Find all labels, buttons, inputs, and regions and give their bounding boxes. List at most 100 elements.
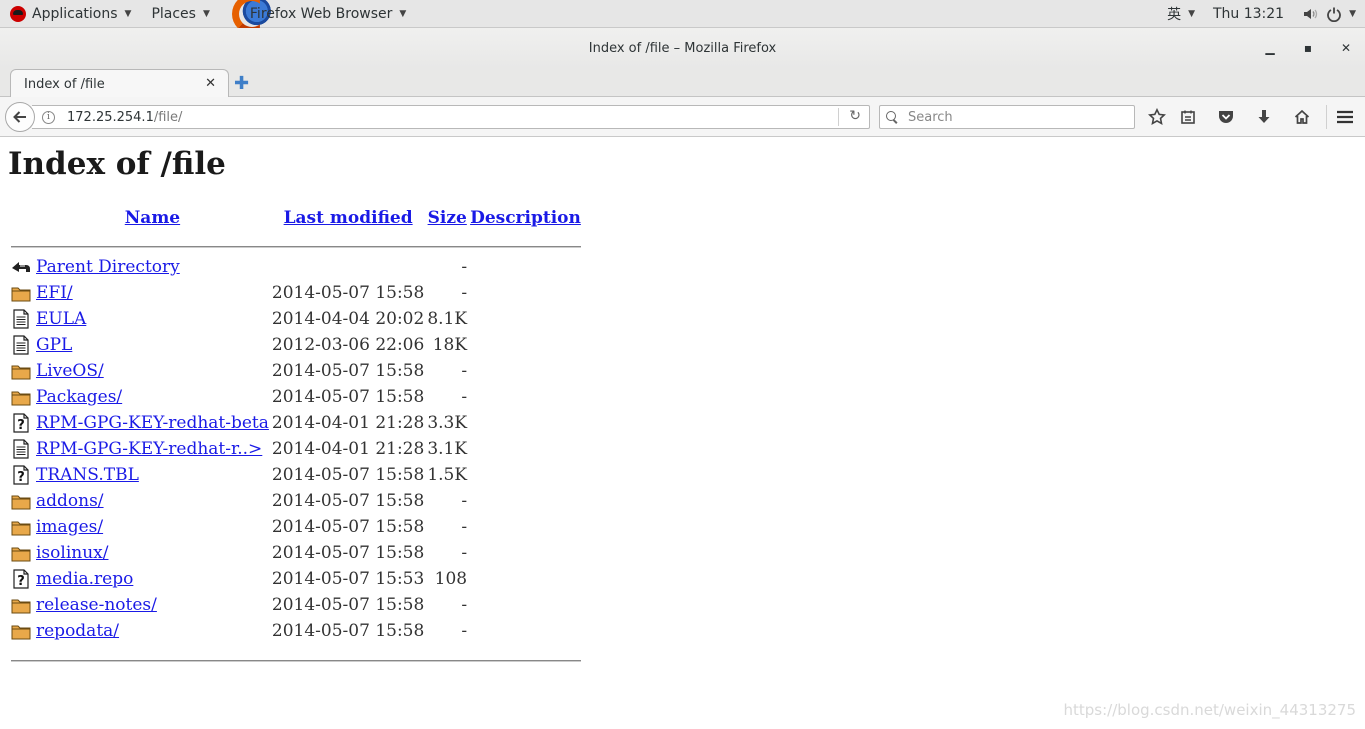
back-button[interactable]: [5, 102, 35, 132]
bookmark-star-icon[interactable]: [1147, 107, 1167, 127]
site-info-icon[interactable]: i: [42, 110, 55, 124]
window-titlebar[interactable]: Index of /file – Mozilla Firefox ▁ ▪ ✕: [0, 28, 1365, 68]
applications-menu[interactable]: Applications ▼: [0, 0, 137, 28]
clock[interactable]: Thu 13:21: [1204, 0, 1293, 28]
downloads-icon[interactable]: [1254, 107, 1274, 127]
name-cell: Parent Directory: [36, 254, 269, 280]
hamburger-menu-icon[interactable]: [1335, 107, 1355, 127]
tab-strip: Index of /file ✕ ✚: [0, 68, 1365, 98]
last-modified-cell: 2014-05-07 15:58: [271, 387, 425, 407]
tab-label: Index of /file: [24, 76, 105, 92]
table-row: GPL 2012-03-06 22:06 18K: [11, 332, 581, 358]
size-cell: -: [461, 491, 468, 511]
svg-text:?: ?: [17, 418, 25, 433]
listing-body: Parent Directory - EFI/2014-05-07 15:58 - EU…: [11, 254, 581, 644]
url-path: /file/: [153, 109, 183, 125]
name-cell: EULA: [36, 306, 269, 332]
name-cell: media.repo: [36, 566, 269, 592]
sort-by-size-link[interactable]: Size: [428, 208, 467, 228]
table-row: Parent Directory -: [11, 254, 581, 280]
tab-index-of-file[interactable]: Index of /file ✕: [10, 69, 229, 98]
description-cell: [470, 436, 581, 462]
file-link[interactable]: GPL: [36, 335, 72, 355]
file-link[interactable]: RPM-GPG-KEY-redhat-beta: [36, 413, 269, 433]
places-label: Places: [151, 5, 196, 22]
size-cell: 8.1K: [427, 309, 468, 329]
places-menu[interactable]: Places ▼: [145, 0, 215, 28]
folder-icon: [11, 592, 33, 618]
sort-by-description-link[interactable]: Description: [470, 208, 581, 228]
reload-icon[interactable]: ↻: [849, 108, 861, 124]
last-modified-cell: 2014-05-07 15:53: [271, 569, 425, 589]
last-modified-cell: 2014-05-07 15:58: [271, 491, 425, 511]
file-link[interactable]: EULA: [36, 309, 86, 329]
description-cell: [470, 254, 581, 280]
file-link[interactable]: Packages/: [36, 387, 122, 407]
bookmarks-menu-icon[interactable]: [1178, 107, 1198, 127]
file-link[interactable]: images/: [36, 517, 103, 537]
file-link[interactable]: EFI/: [36, 283, 73, 303]
svg-text:?: ?: [17, 470, 25, 485]
search-input[interactable]: Search: [879, 105, 1135, 129]
description-cell: [470, 410, 581, 436]
close-tab-icon[interactable]: ✕: [205, 76, 216, 91]
system-menu[interactable]: ▼: [1293, 0, 1365, 28]
maximize-button[interactable]: ▪: [1289, 41, 1327, 55]
sort-by-name-link[interactable]: Name: [125, 208, 180, 228]
last-modified-column-header: Last modified: [272, 204, 424, 232]
size-cell: -: [461, 361, 468, 381]
volume-icon: [1304, 8, 1318, 19]
unknown-file-icon: ?: [11, 462, 33, 488]
input-method-menu[interactable]: 英 ▼: [1158, 0, 1204, 28]
folder-icon: [11, 384, 33, 410]
size-cell: -: [461, 621, 468, 641]
last-modified-cell: 2014-04-01 21:28: [271, 439, 425, 459]
new-tab-button[interactable]: ✚: [234, 73, 249, 94]
url-bar[interactable]: i 172.25.254.1/file/ ↻: [32, 105, 870, 129]
file-link[interactable]: isolinux/: [36, 543, 108, 563]
input-method-label: 英: [1167, 6, 1182, 23]
folder-icon: [11, 540, 33, 566]
folder-icon: [11, 514, 33, 540]
redhat-logo-icon: [10, 5, 26, 22]
last-modified-cell: 2014-05-07 15:58: [271, 517, 425, 537]
name-column-header: Name: [36, 204, 269, 232]
sort-by-last-modified-link[interactable]: Last modified: [284, 208, 413, 228]
clock-label: Thu 13:21: [1212, 5, 1285, 22]
file-link[interactable]: TRANS.TBL: [36, 465, 139, 485]
caret-down-icon: ▼: [399, 8, 407, 19]
file-link[interactable]: RPM-GPG-KEY-redhat-r..>: [36, 439, 262, 459]
pocket-icon[interactable]: [1216, 107, 1236, 127]
table-row: ? media.repo 2014-05-07 15:53 108: [11, 566, 581, 592]
table-row: ? RPM-GPG-KEY-redhat-beta 2014-04-01 21:28…: [11, 410, 581, 436]
toolbar-divider: [1326, 105, 1327, 129]
description-cell: [470, 488, 581, 514]
table-row: images/2014-05-07 15:58 -: [11, 514, 581, 540]
gnome-top-bar: Applications ▼ Places ▼ Firefox Web Brow…: [0, 0, 1365, 28]
caret-down-icon: ▼: [202, 8, 210, 19]
file-link[interactable]: release-notes/: [36, 595, 157, 615]
directory-listing-table: Name Last modified Size Description Pare…: [8, 204, 584, 666]
name-cell: RPM-GPG-KEY-redhat-beta: [36, 410, 269, 436]
size-cell: -: [461, 517, 468, 537]
description-cell: [470, 540, 581, 566]
home-icon[interactable]: [1292, 107, 1312, 127]
description-cell: [470, 514, 581, 540]
close-window-button[interactable]: ✕: [1327, 41, 1365, 55]
size-cell: -: [461, 595, 468, 615]
text-file-icon: [11, 436, 33, 462]
minimize-button[interactable]: ▁: [1251, 41, 1289, 55]
last-modified-cell: 2014-05-07 15:58: [271, 283, 425, 303]
firefox-app-menu[interactable]: Firefox Web Browser ▼: [216, 0, 412, 28]
description-column-header: Description: [470, 204, 581, 232]
file-link[interactable]: Parent Directory: [36, 257, 180, 277]
last-modified-cell: 2014-05-07 15:58: [271, 361, 425, 381]
file-link[interactable]: addons/: [36, 491, 104, 511]
file-link[interactable]: media.repo: [36, 569, 133, 589]
file-link[interactable]: repodata/: [36, 621, 119, 641]
watermark: https://blog.csdn.net/weixin_44313275: [1063, 701, 1356, 719]
last-modified-cell: 2014-05-07 15:58: [271, 621, 425, 641]
description-cell: [470, 280, 581, 306]
caret-down-icon: ▼: [124, 8, 132, 19]
file-link[interactable]: LiveOS/: [36, 361, 104, 381]
